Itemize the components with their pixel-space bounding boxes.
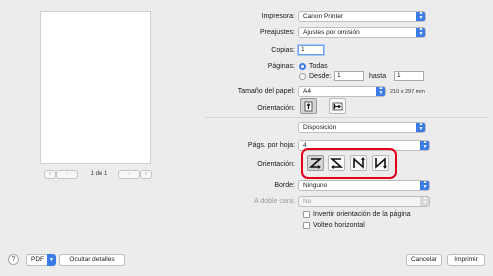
flip-horizontal-checkbox[interactable] bbox=[303, 222, 310, 229]
paper-size-dimensions: 210 x 297 mm bbox=[390, 89, 425, 95]
section-value: Disposición bbox=[303, 124, 337, 131]
pages-label: Páginas: bbox=[267, 63, 295, 70]
two-sided-value: No bbox=[303, 198, 312, 205]
copies-field[interactable]: 1 bbox=[298, 45, 324, 55]
page-preview bbox=[40, 11, 151, 164]
section-select[interactable]: Disposición ▲ ▼ bbox=[298, 122, 426, 133]
pages-from-label: Desde: bbox=[309, 73, 332, 80]
last-page-button[interactable]: » bbox=[140, 170, 152, 179]
first-page-button[interactable]: « bbox=[44, 170, 56, 179]
hide-details-button[interactable]: Ocultar detalles bbox=[59, 254, 125, 266]
two-sided-select[interactable]: No ▲ ▼ bbox=[298, 196, 430, 207]
border-value: Ninguno bbox=[303, 182, 328, 189]
landscape-orientation-button[interactable] bbox=[329, 98, 346, 114]
pdf-label: PDF bbox=[31, 256, 44, 263]
layout-reverse-n-button[interactable] bbox=[372, 155, 389, 171]
n-layout-icon bbox=[353, 157, 365, 169]
help-button[interactable]: ? bbox=[8, 254, 19, 265]
layout-n-button[interactable] bbox=[350, 155, 367, 171]
printer-select[interactable]: Canon Printer ▲ ▼ bbox=[298, 11, 426, 22]
next-page-button[interactable]: › bbox=[118, 170, 140, 179]
layout-z-button[interactable] bbox=[307, 155, 324, 171]
printer-label: Impresora: bbox=[261, 13, 295, 20]
paper-size-label: Tamaño del papel: bbox=[237, 88, 295, 95]
chevron-updown-icon: ▲ ▼ bbox=[376, 87, 385, 96]
layout-reverse-z-button[interactable] bbox=[328, 155, 345, 171]
portrait-orientation-button[interactable] bbox=[300, 98, 317, 114]
landscape-icon bbox=[332, 102, 343, 111]
presets-label: Preajustes: bbox=[259, 29, 295, 36]
reverse-orientation-label: Invertir orientación de la página bbox=[313, 211, 411, 218]
chevron-updown-icon: ▲ ▼ bbox=[420, 197, 429, 206]
paper-size-select[interactable]: A4 ▲ ▼ bbox=[298, 86, 386, 97]
border-select[interactable]: Ninguno ▲ ▼ bbox=[298, 180, 430, 191]
two-sided-label: A doble cara: bbox=[254, 198, 295, 205]
chevron-updown-icon: ▲ ▼ bbox=[416, 12, 425, 21]
pages-to-field[interactable]: 1 bbox=[394, 71, 424, 81]
copies-label: Copias: bbox=[271, 47, 295, 54]
orientation-label: Orientación: bbox=[257, 105, 295, 112]
printer-value: Canon Printer bbox=[303, 13, 344, 20]
chevron-updown-icon: ▲ ▼ bbox=[416, 123, 425, 132]
previous-page-button[interactable]: ‹ bbox=[56, 170, 78, 179]
pages-all-radio[interactable] bbox=[299, 63, 306, 70]
chevron-updown-icon: ▲ ▼ bbox=[416, 28, 425, 37]
chevron-down-icon: ▼ bbox=[47, 254, 56, 266]
presets-select[interactable]: Ajustes por omisión ▲ ▼ bbox=[298, 27, 426, 38]
reverse-z-layout-icon bbox=[329, 158, 344, 169]
page-count: 1 de 1 bbox=[90, 171, 108, 177]
pages-from-field[interactable]: 1 bbox=[334, 71, 364, 81]
presets-value: Ajustes por omisión bbox=[303, 29, 360, 36]
chevron-updown-icon: ▲ ▼ bbox=[420, 141, 429, 150]
pages-all-label: Todas bbox=[309, 63, 328, 70]
pages-range-radio[interactable] bbox=[299, 73, 306, 80]
pages-to-label: hasta bbox=[369, 73, 387, 80]
cancel-button[interactable]: Cancelar bbox=[406, 254, 442, 266]
border-label: Borde: bbox=[274, 182, 295, 189]
chevron-updown-icon: ▲ ▼ bbox=[420, 181, 429, 190]
z-layout-icon bbox=[308, 158, 323, 169]
print-button[interactable]: Imprimir bbox=[447, 254, 485, 266]
layout-direction-label: Orientación: bbox=[257, 161, 295, 168]
reverse-orientation-checkbox[interactable] bbox=[303, 211, 310, 218]
pdf-menu-button[interactable]: PDF ▼ bbox=[26, 254, 56, 266]
flip-horizontal-label: Volteo horizontal bbox=[313, 222, 365, 229]
section-divider bbox=[205, 117, 488, 118]
reverse-n-layout-icon bbox=[375, 157, 387, 169]
portrait-icon bbox=[304, 101, 313, 112]
pages-per-sheet-label: Págs. por hoja: bbox=[247, 142, 295, 149]
paper-size-value: A4 bbox=[303, 88, 311, 95]
